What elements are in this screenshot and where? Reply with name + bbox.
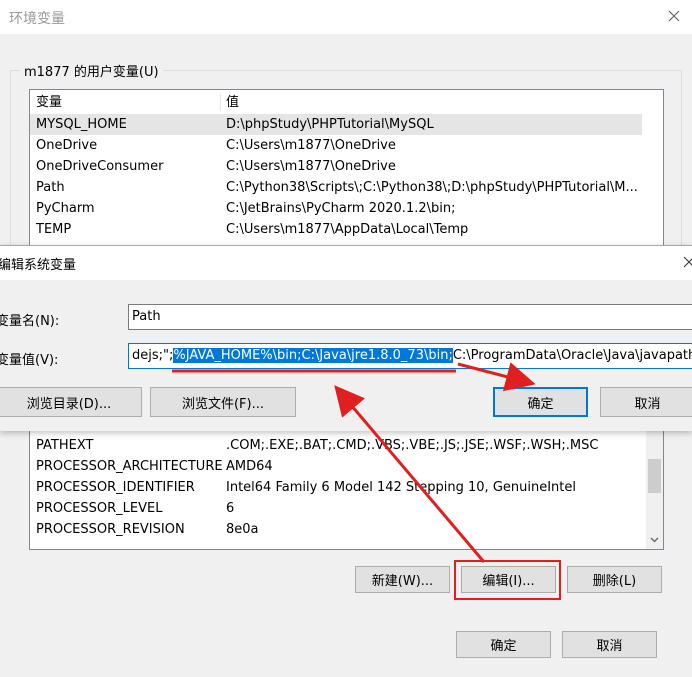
- annotation-arrow-to-ok: [457, 362, 536, 392]
- annotation-arrows: [172, 362, 536, 563]
- annotation-arrow-from-edit: [334, 385, 486, 563]
